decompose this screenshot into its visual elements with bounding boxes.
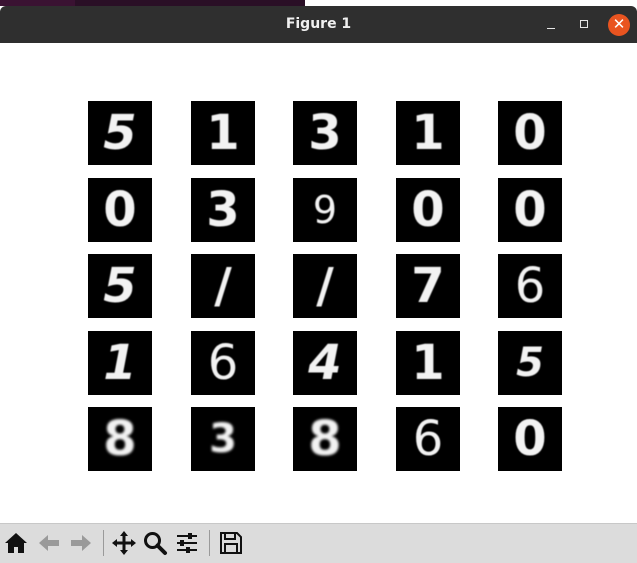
- digit-glyph: 8: [103, 411, 137, 467]
- digit-glyph: 3: [209, 416, 237, 462]
- digit-glyph: 0: [411, 182, 445, 238]
- navigation-toolbar: [0, 523, 637, 563]
- digit-glyph: 4: [308, 335, 342, 391]
- maximize-button[interactable]: [574, 14, 596, 36]
- home-button[interactable]: [3, 530, 29, 556]
- digit-glyph: 6: [514, 258, 546, 314]
- digit-glyph: 1: [103, 335, 137, 391]
- window-titlebar[interactable]: Figure 1 ✕: [0, 6, 637, 43]
- digit-glyph: 0: [103, 182, 137, 238]
- digit-image: 5: [88, 101, 152, 165]
- digit-glyph: /: [214, 258, 232, 314]
- figure-window: Figure 1 ✕ 5 1 3 1 0 0 3 9 0 0 5 / / 7 6…: [0, 6, 637, 563]
- digit-image: 0: [88, 178, 152, 242]
- minimize-button[interactable]: [540, 14, 562, 36]
- digit-image: 3: [191, 407, 255, 471]
- digit-image: 1: [88, 331, 152, 395]
- digit-image: 9: [293, 178, 357, 242]
- back-button[interactable]: [36, 530, 62, 556]
- digit-glyph: 3: [308, 105, 342, 161]
- digit-image: 0: [498, 178, 562, 242]
- configure-subplots-button[interactable]: [174, 530, 200, 556]
- forward-button[interactable]: [68, 530, 94, 556]
- digit-glyph: 3: [206, 182, 240, 238]
- digit-image: 8: [293, 407, 357, 471]
- digit-glyph: 5: [103, 258, 137, 314]
- digit-image: 3: [191, 178, 255, 242]
- digit-glyph: /: [316, 258, 334, 314]
- zoom-button[interactable]: [142, 530, 168, 556]
- digit-image: 6: [498, 254, 562, 318]
- digit-image: 8: [88, 407, 152, 471]
- digit-glyph: 0: [513, 105, 547, 161]
- digit-image: 0: [498, 407, 562, 471]
- zoom-magnifier-icon: [144, 532, 167, 555]
- digit-image: 6: [396, 407, 460, 471]
- digit-glyph: 1: [411, 105, 445, 161]
- digit-glyph: 0: [513, 182, 547, 238]
- digit-image: /: [191, 254, 255, 318]
- close-button[interactable]: ✕: [608, 14, 630, 36]
- digit-image: 4: [293, 331, 357, 395]
- digit-image: /: [293, 254, 357, 318]
- back-arrow-icon: [39, 535, 59, 551]
- digit-glyph: 8: [308, 411, 342, 467]
- digit-glyph: 5: [103, 105, 137, 161]
- toolbar-separator: [103, 530, 104, 556]
- figure-canvas[interactable]: 5 1 3 1 0 0 3 9 0 0 5 / / 7 6 1 6 4 1 5 …: [0, 43, 637, 523]
- pan-button[interactable]: [111, 530, 137, 556]
- digit-image: 7: [396, 254, 460, 318]
- home-icon: [5, 533, 27, 553]
- digit-glyph: 6: [412, 411, 444, 467]
- digit-glyph: 0: [513, 411, 547, 467]
- digit-image: 1: [191, 101, 255, 165]
- digit-glyph: 9: [312, 188, 338, 232]
- digit-glyph: 1: [411, 335, 445, 391]
- digit-image: 5: [498, 331, 562, 395]
- digit-image: 1: [396, 331, 460, 395]
- configure-subplots-icon: [177, 533, 197, 553]
- digit-image: 0: [498, 101, 562, 165]
- digit-image: 5: [88, 254, 152, 318]
- digit-glyph: 5: [516, 340, 544, 386]
- digit-image: 0: [396, 178, 460, 242]
- digit-glyph: 6: [207, 335, 239, 391]
- digit-image: 3: [293, 101, 357, 165]
- close-icon: ✕: [612, 15, 626, 33]
- digit-glyph: 1: [206, 105, 240, 161]
- digit-image: 6: [191, 331, 255, 395]
- digit-glyph: 7: [411, 258, 445, 314]
- save-figure-icon: [220, 532, 242, 554]
- digit-image: 1: [396, 101, 460, 165]
- pan-move-icon: [112, 531, 136, 555]
- toolbar-separator: [209, 530, 210, 556]
- save-button[interactable]: [218, 530, 244, 556]
- forward-arrow-icon: [71, 535, 91, 551]
